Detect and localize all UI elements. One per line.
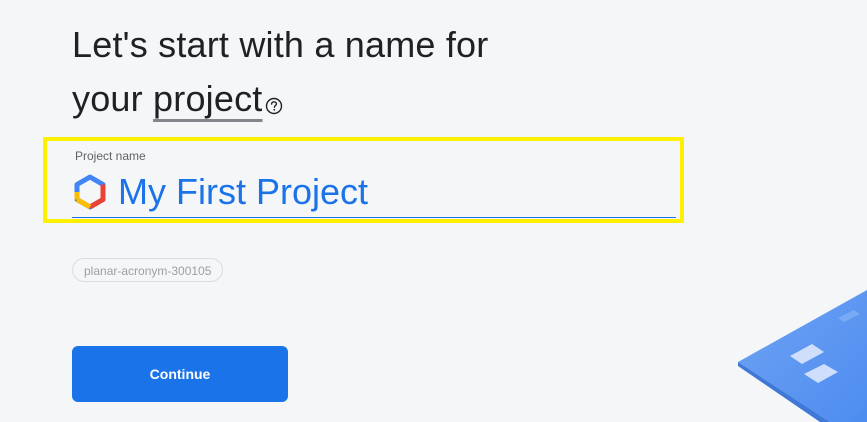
google-cloud-logo-icon xyxy=(74,174,106,210)
page-heading: Let's start with a name for your project xyxy=(72,18,592,130)
project-name-input[interactable] xyxy=(118,170,676,214)
heading-line-1: Let's start with a name for xyxy=(72,24,489,65)
project-term-link[interactable]: project xyxy=(153,78,262,119)
project-name-underline xyxy=(72,217,676,218)
isometric-tiles-illustration xyxy=(738,290,867,422)
help-circle-icon[interactable] xyxy=(265,76,283,130)
project-name-label: Project name xyxy=(75,149,146,163)
continue-button[interactable]: Continue xyxy=(72,346,288,402)
project-name-field[interactable] xyxy=(72,168,676,216)
heading-line-2: your project xyxy=(72,72,592,130)
project-id-chip[interactable]: planar-acronym-300105 xyxy=(72,258,224,282)
heading-prefix: your xyxy=(72,78,154,119)
